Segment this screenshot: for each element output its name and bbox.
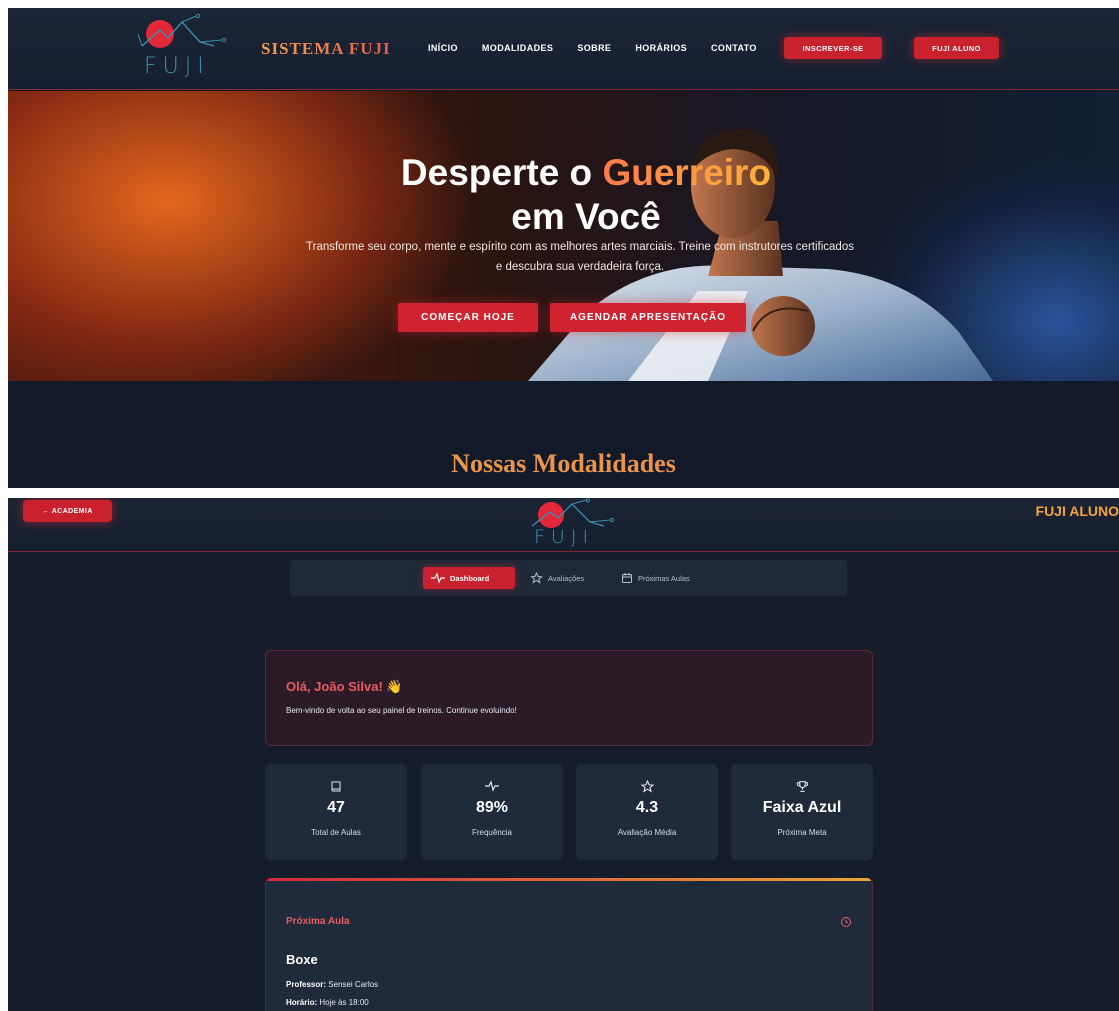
next-class-time: Horário: Hoje às 18:00: [286, 998, 369, 1007]
hero-title-accent: Guerreiro: [602, 152, 772, 193]
stat-card-attendance: 89% Frequência: [421, 764, 563, 860]
stat-card-total-classes: 47 Total de Aulas: [265, 764, 407, 860]
time-value: Hoje às 18:00: [317, 998, 369, 1007]
trophy-icon: [796, 781, 808, 792]
activity-icon: [431, 573, 445, 583]
logo-text: FUJI: [144, 54, 210, 79]
tab-proximas-aulas[interactable]: Próximas Aulas: [613, 567, 698, 589]
start-today-button[interactable]: COMEÇAR HOJE: [398, 303, 538, 332]
tab-avaliacoes[interactable]: Avaliações: [522, 567, 592, 589]
tab-dashboard[interactable]: Dashboard: [423, 567, 515, 589]
calendar-icon: [622, 573, 632, 583]
fuji-logo[interactable]: FUJI: [528, 498, 618, 552]
next-class-title: Próxima Aula: [286, 916, 350, 927]
logo-text: FUJI: [534, 526, 595, 548]
clock-icon: [841, 917, 851, 927]
hero-subtitle: Transforme seu corpo, mente e espírito c…: [230, 237, 930, 277]
hero-banner: Desperte o Guerreiro em Você Transforme …: [8, 91, 1119, 381]
stat-label: Total de Aulas: [311, 828, 361, 837]
stat-card-average-rating: 4.3 Avaliação Média: [576, 764, 718, 860]
hero-title-line2: em Você: [511, 196, 661, 237]
time-label: Horário:: [286, 998, 318, 1007]
stat-label: Próxima Meta: [777, 828, 827, 837]
dashboard-header: ← ACADEMIA FUJI FUJI ALUNO: [8, 498, 1119, 552]
card-accent-bar: [266, 878, 872, 881]
welcome-text: Bem-vindo de volta ao seu painel de trei…: [286, 706, 517, 715]
stat-value: 89%: [475, 799, 509, 816]
stat-value: 47: [327, 799, 345, 816]
stat-card-next-goal: Faixa Azul Próxima Meta: [731, 764, 873, 860]
stat-value: 4.3: [635, 799, 659, 816]
activity-icon: [485, 780, 499, 792]
welcome-title: Olá, João Silva! 👋: [286, 679, 403, 694]
nav-sobre[interactable]: SOBRE: [577, 43, 611, 53]
next-class-professor: Professor: Sensei Carlos: [286, 980, 378, 989]
brand-name[interactable]: SISTEMA FUJI: [261, 39, 391, 59]
back-to-academy-button[interactable]: ← ACADEMIA: [23, 500, 112, 522]
student-portal-button[interactable]: FUJI ALUNO: [914, 37, 999, 59]
hero-subtitle-line1: Transforme seu corpo, mente e espírito c…: [306, 241, 854, 253]
fuji-logo[interactable]: FUJI: [138, 12, 228, 86]
nav-horarios[interactable]: HORÁRIOS: [635, 43, 687, 53]
student-dashboard-screenshot: ← ACADEMIA FUJI FUJI ALUNO Dashboard Ava…: [8, 498, 1119, 1011]
tab-label: Dashboard: [450, 573, 490, 583]
stat-value: Faixa Azul: [762, 799, 842, 816]
schedule-demo-button[interactable]: AGENDAR APRESENTAÇÃO: [550, 303, 746, 332]
nav-modalidades[interactable]: MODALIDADES: [482, 43, 553, 53]
nav-links: INÍCIO MODALIDADES SOBRE HORÁRIOS CONTAT…: [428, 43, 757, 53]
portal-label: FUJI ALUNO: [1035, 503, 1119, 519]
professor-label: Professor:: [286, 980, 327, 989]
hero-title-part1: Desperte o: [400, 152, 603, 193]
dashboard-tabs: Dashboard Avaliações Próximas Aulas: [290, 560, 847, 596]
nav-contato[interactable]: CONTATO: [711, 43, 757, 53]
modalities-heading: Nossas Modalidades: [8, 449, 1119, 479]
stat-label: Avaliação Média: [617, 828, 677, 837]
tab-label: Próximas Aulas: [638, 573, 690, 583]
star-icon: [640, 780, 654, 793]
welcome-card: Olá, João Silva! 👋 Bem-vindo de volta ao…: [265, 650, 873, 746]
star-icon: [530, 572, 543, 584]
hero-title: Desperte o Guerreiro em Você: [126, 151, 1046, 239]
stat-label: Frequência: [471, 828, 513, 837]
signup-button[interactable]: INSCREVER-SE: [784, 37, 882, 59]
professor-value: Sensei Carlos: [326, 980, 379, 989]
tab-label: Avaliações: [548, 573, 585, 583]
landing-page-screenshot: FUJI SISTEMA FUJI INÍCIO MODALIDADES SOB…: [8, 8, 1119, 488]
next-class-name: Boxe: [286, 952, 318, 967]
hero-subtitle-line2: e descubra sua verdadeira força.: [495, 261, 665, 273]
book-icon: [331, 781, 341, 792]
top-navigation: FUJI SISTEMA FUJI INÍCIO MODALIDADES SOB…: [8, 8, 1119, 90]
nav-inicio[interactable]: INÍCIO: [428, 43, 458, 53]
next-class-card: Próxima Aula Boxe Professor: Sensei Carl…: [265, 878, 873, 1011]
